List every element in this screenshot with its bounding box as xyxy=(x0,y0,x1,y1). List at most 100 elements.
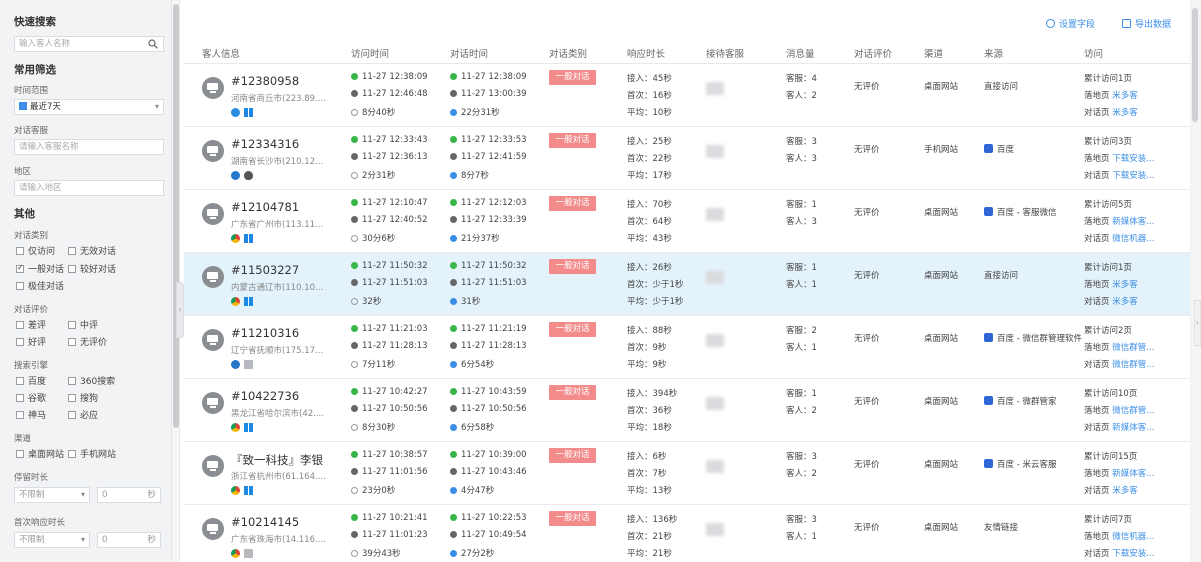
chat-page-label: 对话页 xyxy=(1084,423,1110,433)
conv-type-badge[interactable]: 一般对话 xyxy=(549,385,596,400)
table-row[interactable]: #10214145 广东省珠海市(14.116.... 11-27 10:21:41… xyxy=(184,505,1190,562)
landing-link[interactable]: 米多客 xyxy=(1112,91,1138,101)
chat-page-link[interactable]: 米多客 xyxy=(1112,108,1138,118)
table-row[interactable]: #11503227 内蒙古通辽市(110.10... 11-27 11:50:32 1… xyxy=(184,253,1190,316)
settings-label: 设置字段 xyxy=(1059,20,1096,30)
table-row[interactable]: #11210316 辽宁省抚顺市(175.17... 11-27 11:21:03 1… xyxy=(184,316,1190,379)
customer-search-input[interactable]: 输入客人名称 xyxy=(14,36,164,52)
msg-customer-count: 客人：3 xyxy=(786,217,817,227)
chat-page-link[interactable]: 米多客 xyxy=(1112,297,1138,307)
chrome-icon xyxy=(231,486,240,495)
customer-id[interactable]: #12104781 xyxy=(231,200,299,214)
landing-page: 落地页 新媒体客... xyxy=(1084,215,1154,227)
sidebar-scrollbar[interactable] xyxy=(172,0,180,562)
first-resp-select[interactable]: 不限制 ▾ xyxy=(14,532,90,548)
landing-link[interactable]: 新媒体客... xyxy=(1112,469,1154,479)
visit-duration: 8分40秒 xyxy=(351,106,395,118)
table-row[interactable]: #12334316 湖南省长沙市(210.12... 11-27 12:33:43 1… xyxy=(184,127,1190,190)
landing-link[interactable]: 微信机器... xyxy=(1112,532,1154,542)
resp-average: 平均：10秒 xyxy=(627,108,672,118)
chat-page: 对话页 下载安装... xyxy=(1084,169,1154,181)
table-row[interactable]: #12104781 广东省广州市(113.11... 11-27 12:10:47 1… xyxy=(184,190,1190,253)
checkbox-engine-baidu[interactable]: 百度 xyxy=(16,374,46,387)
agent-avatar-blurred xyxy=(706,460,724,473)
table-row[interactable]: 『致一科技』李银 浙江省杭州市(61.164.... 11-27 10:38:57 1… xyxy=(184,442,1190,505)
resp-access: 接入：70秒 xyxy=(627,200,672,210)
chat-page-link[interactable]: 下载安装... xyxy=(1112,549,1154,559)
checkbox-engine-bing[interactable]: 必应 xyxy=(68,408,98,421)
chat-page-link[interactable]: 新媒体客... xyxy=(1112,423,1154,433)
checkbox-engine-sogou[interactable]: 搜狗 xyxy=(68,391,98,404)
customer-id[interactable]: #10214145 xyxy=(231,515,299,529)
checkbox-conv-type-good[interactable]: 较好对话 xyxy=(68,262,116,275)
region-input[interactable]: 请输入地区 xyxy=(14,180,164,196)
conv-type-badge[interactable]: 一般对话 xyxy=(549,511,596,526)
landing-link[interactable]: 米多客 xyxy=(1112,280,1138,290)
conv-type-badge[interactable]: 一般对话 xyxy=(549,259,596,274)
chat-page-link[interactable]: 微信群管... xyxy=(1112,360,1154,370)
conv-type-badge[interactable]: 一般对话 xyxy=(549,448,596,463)
checkbox-channel-mobile[interactable]: 手机网站 xyxy=(68,447,116,460)
baidu-icon xyxy=(984,333,993,342)
channel-value: 桌面网站 xyxy=(924,208,959,218)
msg-customer-count: 客人：3 xyxy=(786,154,817,164)
table-row[interactable]: #10422736 黑龙江省哈尔滨市(42.... 11-27 10:42:27 11… xyxy=(184,379,1190,442)
checkbox-rating-mid[interactable]: 中评 xyxy=(68,318,98,331)
time-range-select[interactable]: 最近7天 ▾ xyxy=(14,99,164,115)
checkbox-engine-360[interactable]: 360搜索 xyxy=(68,374,115,387)
checkbox-rating-bad[interactable]: 差评 xyxy=(16,318,46,331)
visit-duration-text: 30分6秒 xyxy=(362,234,396,244)
source-text: 百度 xyxy=(997,145,1015,155)
checkbox-rating-none[interactable]: 无评价 xyxy=(68,335,107,348)
checkbox-conv-type-normal[interactable]: 一般对话 xyxy=(16,262,64,275)
customer-location: 广东省珠海市(14.116.... xyxy=(231,535,326,545)
settings-fields-button[interactable]: 设置字段 xyxy=(1046,17,1095,30)
stay-select-value: 不限制 xyxy=(19,490,45,500)
page-scrollbar[interactable] xyxy=(1190,0,1201,562)
customer-id[interactable]: #11210316 xyxy=(231,326,299,340)
customer-id[interactable]: #12334316 xyxy=(231,137,299,151)
page-scroll-thumb[interactable] xyxy=(1192,8,1198,122)
landing-link[interactable]: 微信群管... xyxy=(1112,406,1154,416)
customer-id[interactable]: #12380958 xyxy=(231,74,299,88)
customer-id[interactable]: #10422736 xyxy=(231,389,299,403)
chat-page-link[interactable]: 米多客 xyxy=(1112,486,1138,496)
visit-end: 11-27 11:01:23 xyxy=(351,530,428,540)
checkbox-channel-desktop[interactable]: 桌面网站 xyxy=(16,447,64,460)
checkbox-rating-good[interactable]: 好评 xyxy=(16,335,46,348)
stay-input[interactable]: 0秒 xyxy=(97,487,161,503)
sidebar-scroll-thumb[interactable] xyxy=(173,4,179,428)
table-row[interactable]: #12380958 河南省商丘市(223.89.... 11-27 12:38:09… xyxy=(184,64,1190,127)
checkbox-conv-type-excellent[interactable]: 极佳对话 xyxy=(16,279,64,292)
customer-id[interactable]: #11503227 xyxy=(231,263,299,277)
checkbox-conv-type-visit[interactable]: 仅访问 xyxy=(16,244,55,257)
rating-value: 无评价 xyxy=(854,334,880,344)
conv-type-badge[interactable]: 一般对话 xyxy=(549,133,596,148)
visit-duration-text: 8分40秒 xyxy=(362,108,396,118)
search-icon[interactable] xyxy=(148,39,158,49)
conv-type-badge[interactable]: 一般对话 xyxy=(549,322,596,337)
chat-page-link[interactable]: 微信机器... xyxy=(1112,234,1154,244)
landing-link[interactable]: 新媒体客... xyxy=(1112,217,1154,227)
chat-end-text: 11-27 10:50:56 xyxy=(461,404,527,414)
conv-type-badge[interactable]: 一般对话 xyxy=(549,196,596,211)
expand-right-handle[interactable]: › xyxy=(1194,300,1201,346)
first-resp-input[interactable]: 0秒 xyxy=(97,532,161,548)
end-icon xyxy=(351,531,358,538)
checkbox-engine-shenma[interactable]: 神马 xyxy=(16,408,46,421)
collapse-sidebar-handle[interactable]: ‹ xyxy=(176,282,184,338)
landing-link[interactable]: 微信群管... xyxy=(1112,343,1154,353)
checkbox-conv-type-invalid[interactable]: 无效对话 xyxy=(68,244,116,257)
export-data-button[interactable]: 导出数据 xyxy=(1122,17,1171,30)
conv-type-badge[interactable]: 一般对话 xyxy=(549,70,596,85)
msg-agent-count: 客服：3 xyxy=(786,137,817,147)
end-icon xyxy=(450,468,457,475)
stay-select[interactable]: 不限制 ▾ xyxy=(14,487,90,503)
checkbox-engine-google[interactable]: 谷歌 xyxy=(16,391,46,404)
agent-input[interactable]: 请输入客服名称 xyxy=(14,139,164,155)
landing-link[interactable]: 下载安装... xyxy=(1112,154,1154,164)
source-value: 百度 - 米云客服 xyxy=(984,458,1056,470)
customer-id[interactable]: 『致一科技』李银 xyxy=(231,452,323,468)
chat-page-link[interactable]: 下载安装... xyxy=(1112,171,1154,181)
checkbox-label: 搜狗 xyxy=(80,394,99,404)
